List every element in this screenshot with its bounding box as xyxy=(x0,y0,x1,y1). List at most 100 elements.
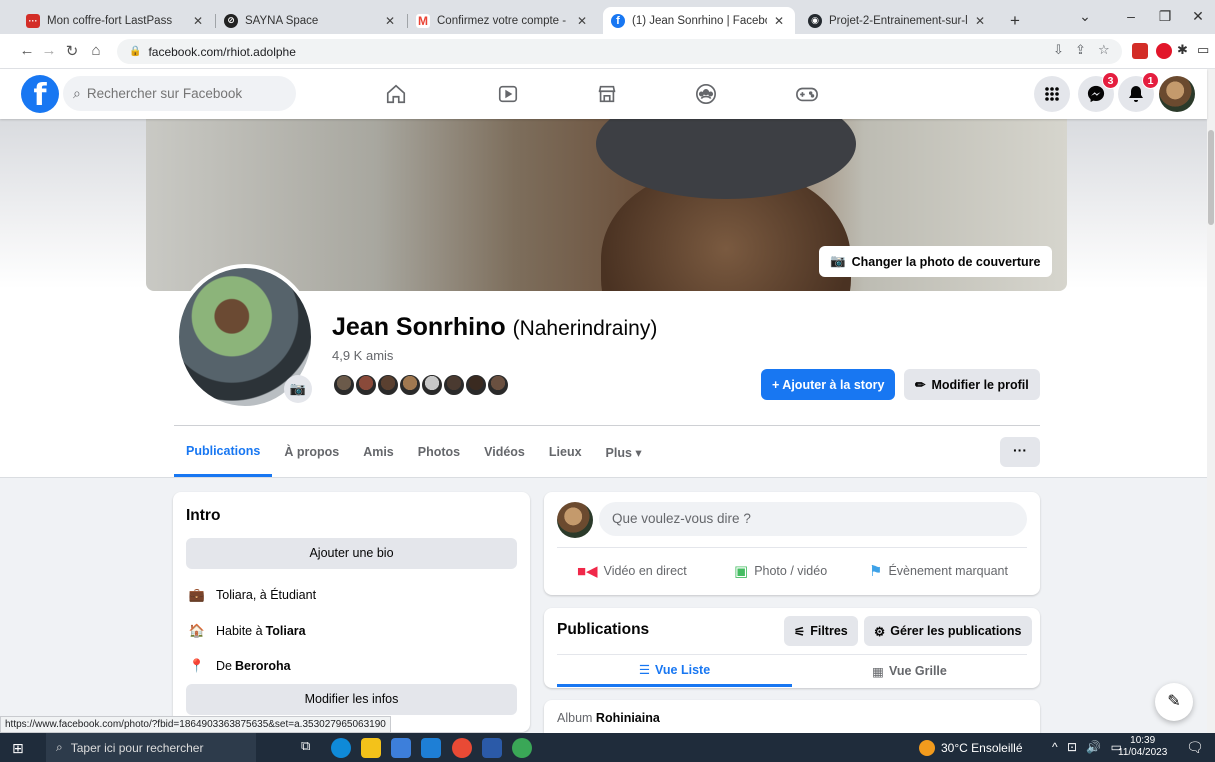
close-window-icon[interactable]: ✕ xyxy=(1188,8,1208,25)
minimize-icon[interactable]: – xyxy=(1121,8,1141,24)
file-explorer-icon[interactable] xyxy=(361,738,381,758)
edit-profile-label: Modifier le profil xyxy=(931,377,1029,392)
scrollbar-thumb[interactable] xyxy=(1208,130,1214,225)
tab-places[interactable]: Lieux xyxy=(537,427,594,477)
composer-input[interactable]: Que voulez-vous dire ? xyxy=(599,502,1027,536)
gaming-icon[interactable] xyxy=(791,79,823,109)
notifications-bell-icon[interactable]: 1 xyxy=(1118,72,1159,112)
search-icon: ⌕ xyxy=(73,85,81,101)
friend-avatar[interactable] xyxy=(442,373,466,397)
friend-avatar[interactable] xyxy=(464,373,488,397)
tab-photos[interactable]: Photos xyxy=(406,427,472,477)
camera-icon[interactable]: 📷 xyxy=(284,375,312,403)
edit-details-button[interactable]: Modifier les infos xyxy=(186,684,517,715)
intro-row-work: 💼 Toliara, à Étudiant xyxy=(188,587,316,603)
notification-center-icon[interactable]: 🗨 xyxy=(1186,739,1204,756)
groups-icon[interactable] xyxy=(690,79,722,109)
friend-avatar[interactable] xyxy=(354,373,378,397)
browser-tab-gmail[interactable]: M Confirmez votre compte - nahe ✕ xyxy=(408,7,598,34)
friend-count[interactable]: 4,9 K amis xyxy=(332,348,393,363)
tab-search-icon[interactable]: ⌄ xyxy=(1075,8,1095,25)
close-tab-icon[interactable]: ✕ xyxy=(972,14,988,28)
browser-tab-github[interactable]: ◉ Projet-2-Entrainement-sur-les-l ✕ xyxy=(800,7,996,34)
photo-video-button[interactable]: ▣ Photo / vidéo xyxy=(734,558,827,584)
close-tab-icon[interactable]: ✕ xyxy=(190,14,206,28)
forward-arrow-icon[interactable]: → xyxy=(40,42,58,59)
close-tab-icon[interactable]: ✕ xyxy=(771,14,787,28)
browser-tab-facebook[interactable]: f (1) Jean Sonrhino | Facebook ✕ xyxy=(603,7,795,34)
add-bio-button[interactable]: Ajouter une bio xyxy=(186,538,517,569)
tab-title: SAYNA Space xyxy=(245,14,319,27)
bookmark-star-icon[interactable]: ☆ xyxy=(1098,42,1110,58)
clock[interactable]: 10:39 11/04/2023 xyxy=(1118,735,1167,759)
facebook-logo-icon[interactable]: f xyxy=(21,75,59,113)
windows-start-icon[interactable]: ⊞ xyxy=(12,740,24,757)
album-name[interactable]: Rohiniaina xyxy=(596,711,660,725)
opera-extension-icon[interactable] xyxy=(1156,43,1172,59)
life-event-button[interactable]: ⚑ Évènement marquant xyxy=(869,558,1008,584)
live-video-button[interactable]: ■◀ Vidéo en direct xyxy=(577,558,687,584)
add-story-label: + Ajouter à la story xyxy=(772,377,885,392)
home-button-icon[interactable]: ⌂ xyxy=(87,42,105,59)
task-view-icon[interactable]: ⧉ xyxy=(301,738,321,758)
friend-avatar[interactable] xyxy=(332,373,356,397)
compose-icon: ✎ xyxy=(1167,693,1181,710)
friend-avatar[interactable] xyxy=(420,373,444,397)
side-panel-icon[interactable]: ▭ xyxy=(1197,42,1209,58)
new-tab-button[interactable]: + xyxy=(1004,10,1026,32)
browser-tab-sayna[interactable]: ⊘ SAYNA Space ✕ xyxy=(216,7,406,34)
home-icon[interactable] xyxy=(380,79,412,109)
intro-row-from: 📍 De Beroroha xyxy=(188,658,291,674)
manage-posts-button[interactable]: ⚙ Gérer les publications xyxy=(864,616,1032,646)
tab-about[interactable]: À propos xyxy=(272,427,351,477)
lastpass-extension-icon[interactable] xyxy=(1132,43,1148,59)
photo-icon: ▣ xyxy=(734,563,749,580)
chrome-icon[interactable] xyxy=(512,738,532,758)
tab-videos[interactable]: Vidéos xyxy=(472,427,537,477)
reload-icon[interactable]: ↻ xyxy=(63,42,81,60)
facebook-search[interactable]: ⌕ xyxy=(63,76,296,111)
mail-icon[interactable] xyxy=(421,738,441,758)
account-avatar[interactable] xyxy=(1159,76,1195,112)
marketplace-icon[interactable] xyxy=(591,79,623,109)
tab-friends[interactable]: Amis xyxy=(351,427,406,477)
search-input[interactable] xyxy=(86,86,287,101)
intro-row-place[interactable]: Toliara xyxy=(266,624,306,638)
restore-icon[interactable]: ❐ xyxy=(1155,8,1175,25)
list-view-tab[interactable]: ☰ Vue Liste xyxy=(557,655,792,687)
change-cover-button[interactable]: 📷 Changer la photo de couverture xyxy=(819,246,1052,277)
close-tab-icon[interactable]: ✕ xyxy=(574,14,590,28)
edit-profile-button[interactable]: ✏ Modifier le profil xyxy=(904,369,1040,400)
friend-avatar[interactable] xyxy=(376,373,400,397)
url-bar[interactable]: 🔒 facebook.com/rhiot.adolphe xyxy=(117,39,1122,64)
edge-icon[interactable] xyxy=(331,738,351,758)
back-arrow-icon[interactable]: ← xyxy=(18,42,36,59)
messenger-icon[interactable]: 3 xyxy=(1078,72,1119,112)
share-icon[interactable]: ⇪ xyxy=(1075,42,1086,58)
life-event-label: Évènement marquant xyxy=(888,564,1008,578)
menu-grid-icon[interactable] xyxy=(1034,76,1070,112)
new-message-button[interactable]: ✎ xyxy=(1155,683,1193,721)
add-to-story-button[interactable]: + Ajouter à la story xyxy=(761,369,896,400)
store-icon[interactable] xyxy=(391,738,411,758)
tab-more[interactable]: Plus ▾ xyxy=(594,427,654,477)
extensions-puzzle-icon[interactable]: ✱ xyxy=(1177,42,1188,58)
weather-widget[interactable]: 30°C Ensoleillé xyxy=(919,740,1023,756)
install-icon[interactable]: ⇩ xyxy=(1053,42,1064,58)
friend-avatar[interactable] xyxy=(398,373,422,397)
grid-view-tab[interactable]: ▦ Vue Grille xyxy=(792,655,1027,687)
clock-date: 11/04/2023 xyxy=(1118,747,1168,758)
more-options-button[interactable]: ··· xyxy=(1000,437,1040,467)
tab-publications[interactable]: Publications xyxy=(174,427,273,477)
filters-button[interactable]: ⚟ Filtres xyxy=(784,616,858,646)
taskbar-search[interactable]: ⌕ Taper ici pour rechercher xyxy=(46,733,256,762)
word-icon[interactable] xyxy=(482,738,502,758)
intro-row-place[interactable]: Beroroha xyxy=(235,659,291,673)
avatar[interactable] xyxy=(557,502,593,538)
friend-avatar[interactable] xyxy=(486,373,510,397)
browser-tab-lastpass[interactable]: ··· Mon coffre-fort LastPass ✕ xyxy=(18,7,214,34)
chrome-icon[interactable] xyxy=(452,738,472,758)
watch-icon[interactable] xyxy=(492,79,524,109)
system-tray[interactable]: ^ ⊡ 🔊 ▭ xyxy=(1052,740,1125,754)
close-tab-icon[interactable]: ✕ xyxy=(382,14,398,28)
